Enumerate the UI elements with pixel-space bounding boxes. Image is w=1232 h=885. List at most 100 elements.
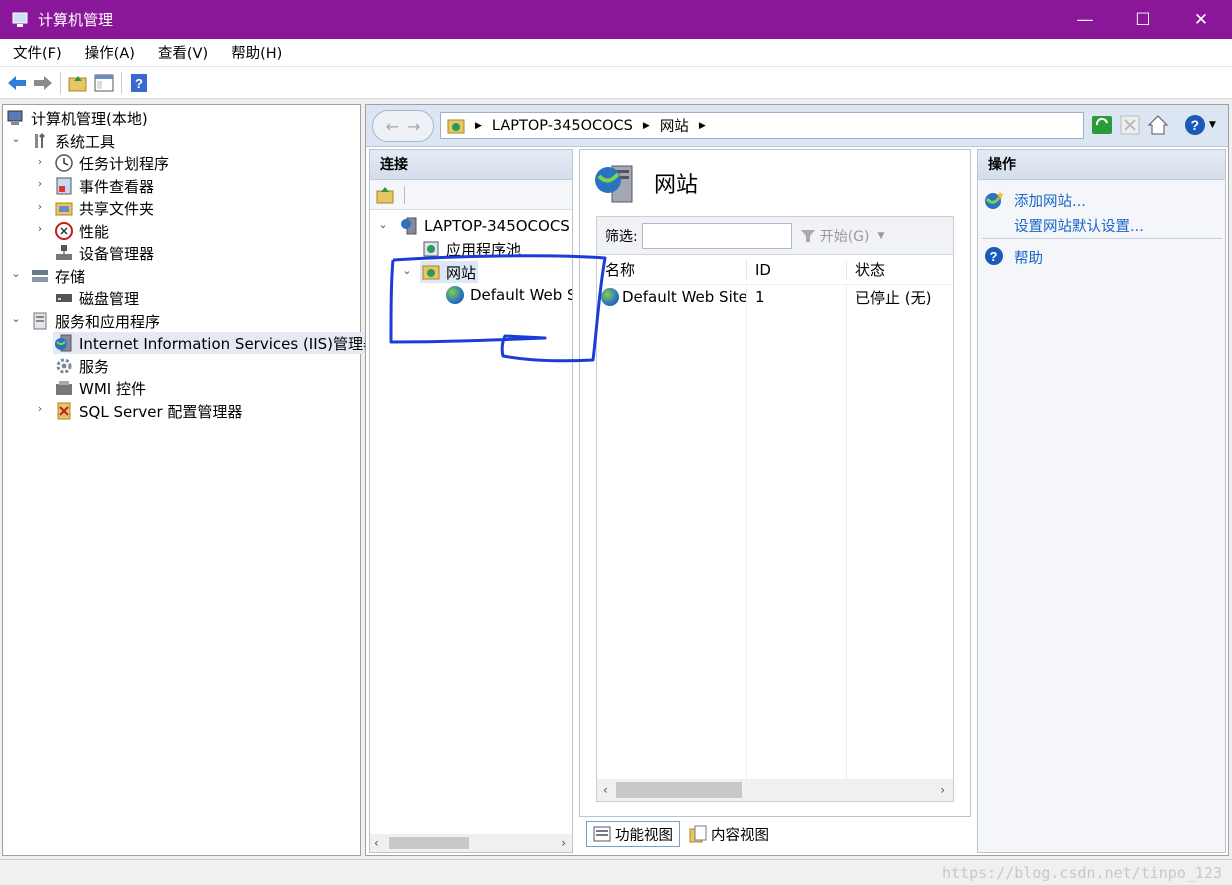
- tree-label: 服务和应用程序: [55, 312, 161, 331]
- home-button[interactable]: [1146, 113, 1170, 137]
- menu-help[interactable]: 帮助(H): [218, 42, 292, 63]
- column-divider: [746, 285, 747, 779]
- stop-button[interactable]: [1118, 113, 1142, 137]
- tree-iis-manager[interactable]: Internet Information Services (IIS)管理器: [53, 332, 381, 354]
- help-button[interactable]: ?: [126, 70, 152, 96]
- page-title: 网站: [654, 173, 699, 198]
- tree-system-tools[interactable]: 系统工具: [31, 130, 115, 152]
- tree-root[interactable]: 计算机管理(本地): [7, 107, 148, 129]
- connect-icon[interactable]: [376, 186, 394, 204]
- console-tree-icon: [94, 74, 114, 91]
- filter-input[interactable]: [641, 222, 792, 249]
- tree-task-scheduler[interactable]: 任务计划程序: [55, 152, 169, 174]
- table-row[interactable]: Default Web Site 1 已停止 (无): [597, 285, 953, 309]
- home-icon: [1148, 115, 1168, 135]
- expand-chevron-icon[interactable]: ›: [33, 200, 47, 213]
- disk-icon: [55, 289, 73, 307]
- address-bar: ← → ▶ LAPTOP-345OCOCS ▶ 网站 ▶ ? ▼: [366, 105, 1228, 147]
- breadcrumb[interactable]: ▶ LAPTOP-345OCOCS ▶ 网站 ▶: [440, 112, 1084, 139]
- refresh-button[interactable]: [1090, 113, 1114, 137]
- breadcrumb-sites[interactable]: 网站: [660, 115, 689, 136]
- scroll-left-icon[interactable]: ‹: [374, 836, 379, 850]
- iis-icon: [55, 334, 73, 352]
- breadcrumb-server[interactable]: LAPTOP-345OCOCS: [492, 118, 633, 134]
- scroll-right-icon[interactable]: ›: [940, 783, 945, 797]
- collapse-chevron-icon[interactable]: ⌄: [9, 132, 23, 145]
- help-link[interactable]: 帮助: [1014, 247, 1043, 268]
- tree-label: SQL Server 配置管理器: [79, 402, 243, 421]
- collapse-chevron-icon[interactable]: ⌄: [376, 218, 390, 231]
- connections-scrollbar[interactable]: ‹ ›: [370, 834, 572, 852]
- scroll-thumb[interactable]: [615, 782, 742, 798]
- conn-server[interactable]: LAPTOP-345OCOCS: [400, 215, 570, 237]
- svg-text:?: ?: [135, 76, 143, 91]
- set-site-defaults-link[interactable]: 设置网站默认设置...: [1014, 215, 1144, 236]
- view-tabs: 功能视图 内容视图: [586, 821, 776, 849]
- tools-icon: [31, 132, 49, 150]
- scroll-right-icon[interactable]: ›: [561, 836, 566, 850]
- back-button[interactable]: [4, 70, 30, 96]
- menu-file[interactable]: 文件(F): [0, 42, 72, 63]
- column-id[interactable]: ID: [747, 260, 847, 279]
- start-filter-button[interactable]: 开始(G) ▼: [800, 226, 884, 246]
- tree-performance[interactable]: 性能: [55, 220, 109, 242]
- tree-event-viewer[interactable]: 事件查看器: [55, 175, 154, 197]
- tree-disk-management[interactable]: 磁盘管理: [55, 287, 139, 309]
- forward-icon[interactable]: →: [407, 117, 420, 136]
- sites-globe-icon: [595, 165, 633, 203]
- tree-services-apps[interactable]: 服务和应用程序: [31, 310, 160, 332]
- expand-chevron-icon[interactable]: ›: [33, 222, 47, 235]
- collapse-chevron-icon[interactable]: ⌄: [9, 312, 23, 325]
- nav-buttons: ← →: [372, 110, 434, 142]
- close-button[interactable]: ✕: [1172, 0, 1230, 39]
- toolbar-divider: [121, 71, 122, 94]
- help-dropdown[interactable]: ? ▼: [1180, 113, 1220, 137]
- expand-chevron-icon[interactable]: ›: [33, 402, 47, 415]
- column-status[interactable]: 状态: [847, 259, 947, 280]
- help-icon: ?: [984, 246, 1004, 270]
- tree-label: 存储: [55, 267, 86, 286]
- tab-content-view[interactable]: 内容视图: [682, 821, 776, 847]
- tree-services[interactable]: 服务: [55, 355, 109, 377]
- up-folder-button[interactable]: [65, 70, 91, 96]
- tree-shared-folders[interactable]: 共享文件夹: [55, 197, 154, 219]
- minimize-button[interactable]: —: [1056, 0, 1114, 39]
- tree-storage[interactable]: 存储: [31, 265, 85, 287]
- add-site-icon: [984, 190, 1004, 214]
- sql-server-icon: [55, 402, 73, 420]
- expand-chevron-icon[interactable]: ›: [33, 155, 47, 168]
- computer-management-icon: [12, 12, 30, 28]
- back-icon[interactable]: ←: [386, 117, 399, 136]
- tree-wmi[interactable]: WMI 控件: [55, 377, 146, 399]
- tree-sql-server[interactable]: SQL Server 配置管理器: [55, 400, 242, 422]
- collapse-chevron-icon[interactable]: ⌄: [9, 267, 23, 280]
- sites-folder-icon: [447, 118, 465, 134]
- add-site-link[interactable]: 添加网站...: [1014, 190, 1086, 211]
- tree-label: 事件查看器: [79, 177, 155, 196]
- table-scrollbar[interactable]: ‹ ›: [597, 779, 953, 801]
- stop-icon: [1120, 115, 1140, 135]
- menu-action[interactable]: 操作(A): [72, 42, 145, 63]
- scroll-left-icon[interactable]: ‹: [603, 783, 608, 797]
- tree-device-manager[interactable]: 设备管理器: [55, 242, 154, 264]
- forward-button[interactable]: [30, 70, 56, 96]
- site-name: Default Web Site: [622, 288, 748, 306]
- title-bar: 计算机管理 — ☐ ✕: [0, 0, 1232, 39]
- window-title: 计算机管理: [38, 11, 114, 29]
- page-header: 网站: [594, 162, 698, 204]
- cell-status: 已停止 (无): [855, 288, 932, 307]
- expand-chevron-icon[interactable]: ›: [33, 177, 47, 190]
- tree-label: 磁盘管理: [79, 289, 140, 308]
- maximize-button[interactable]: ☐: [1114, 0, 1172, 39]
- show-hide-tree-button[interactable]: [91, 70, 117, 96]
- filter-label: 筛选:: [605, 228, 638, 245]
- cell-id: 1: [755, 288, 765, 306]
- column-name[interactable]: 名称: [597, 259, 747, 280]
- menu-view[interactable]: 查看(V): [145, 42, 218, 63]
- toolbar-divider: [60, 71, 61, 94]
- help-book-icon: ?: [131, 73, 147, 92]
- performance-icon: [55, 222, 73, 240]
- scroll-thumb[interactable]: [388, 837, 469, 849]
- tab-features-view[interactable]: 功能视图: [586, 821, 680, 847]
- features-view-icon: [593, 826, 611, 842]
